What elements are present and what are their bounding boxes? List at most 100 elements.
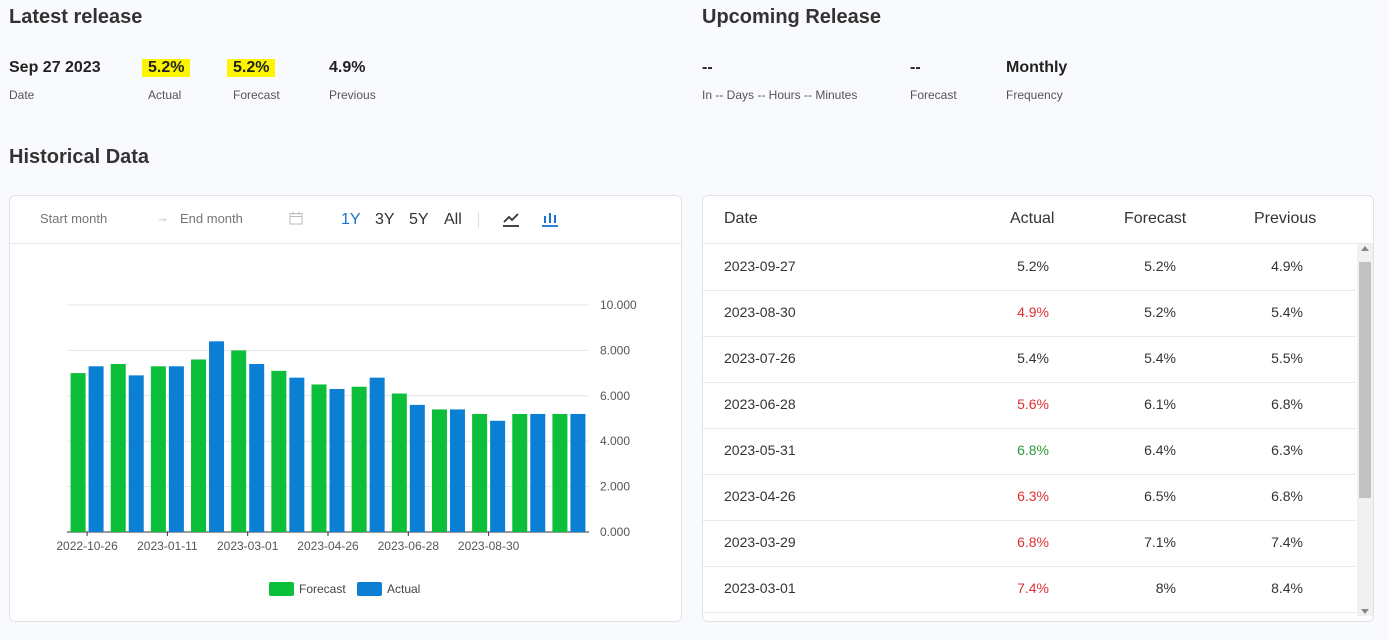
actual-bar [570, 413, 586, 532]
cell-actual: 5.4% [1017, 350, 1049, 366]
actual-bar [168, 366, 184, 532]
forecast-bar [552, 413, 568, 532]
line-chart-icon[interactable] [502, 210, 520, 233]
cell-forecast: 6.5% [1144, 488, 1176, 504]
cell-date: 2023-03-01 [724, 580, 796, 596]
cell-previous: 7.4% [1271, 534, 1303, 550]
cell-actual: 6.8% [1017, 534, 1049, 550]
history-table: Date Actual Forecast Previous 2023-09-27… [702, 195, 1374, 622]
forecast-bar [110, 364, 126, 532]
forecast-bar [512, 413, 528, 532]
x-tick-label: 2022-10-26 [56, 539, 118, 553]
x-tick-label: 2023-06-28 [378, 539, 440, 553]
scroll-up-icon[interactable] [1361, 246, 1369, 251]
actual-bar [369, 377, 385, 532]
range-5y-button[interactable]: 5Y [409, 211, 429, 229]
latest-date-value: Sep 27 2023 [9, 59, 101, 76]
cell-forecast: 5.2% [1144, 258, 1176, 274]
table-header: Date Actual Forecast Previous [703, 196, 1373, 244]
cell-forecast: 6.1% [1144, 396, 1176, 412]
latest-date-label: Date [9, 88, 35, 102]
actual-bar [128, 375, 144, 532]
table-row[interactable]: 2023-05-31 6.8% 6.4% 6.3% [703, 428, 1356, 475]
table-row[interactable]: 2023-04-26 6.3% 6.5% 6.8% [703, 474, 1356, 521]
header-date[interactable]: Date [724, 210, 758, 228]
y-tick-label: 8.000 [600, 343, 630, 357]
scroll-thumb[interactable] [1359, 262, 1371, 498]
latest-release-title: Latest release [9, 6, 143, 28]
cell-previous: 5.5% [1271, 350, 1303, 366]
table-row[interactable]: 2023-07-26 5.4% 5.4% 5.5% [703, 336, 1356, 383]
header-previous[interactable]: Previous [1254, 210, 1316, 228]
scroll-down-icon[interactable] [1361, 609, 1369, 614]
cell-previous: 6.8% [1271, 396, 1303, 412]
cell-actual: 5.2% [1017, 258, 1049, 274]
forecast-bar [70, 373, 86, 532]
forecast-bar [311, 384, 327, 532]
toolbar-divider [478, 212, 479, 228]
x-tick-label: 2023-08-30 [458, 539, 520, 553]
cell-actual: 7.4% [1017, 580, 1049, 596]
cell-forecast: 5.2% [1144, 304, 1176, 320]
table-row[interactable]: 2023-06-28 5.6% 6.1% 6.8% [703, 382, 1356, 429]
cell-previous: 8.4% [1271, 580, 1303, 596]
end-month-input[interactable] [178, 210, 282, 227]
forecast-bar [191, 359, 207, 532]
upcoming-frequency-label: Frequency [1006, 88, 1063, 102]
cell-previous: 5.4% [1271, 304, 1303, 320]
bar-chart: 0.000 2.000 4.000 6.000 8.000 10.000 2022-10-2… [56, 298, 637, 596]
arrow-right-icon: → [156, 210, 169, 225]
x-tick-label: 2023-03-01 [217, 539, 279, 553]
actual-bar [289, 377, 305, 532]
cell-date: 2023-05-31 [724, 442, 796, 458]
cell-previous: 6.8% [1271, 488, 1303, 504]
range-3y-button[interactable]: 3Y [375, 211, 395, 229]
calendar-icon[interactable] [289, 211, 303, 230]
actual-bar [409, 404, 425, 532]
cell-actual: 4.9% [1017, 304, 1049, 320]
forecast-bar [391, 393, 407, 532]
y-tick-label: 0.000 [600, 525, 630, 539]
cell-previous: 6.3% [1271, 442, 1303, 458]
chart-card: → 1Y 3Y 5Y All 0.000 2.000 4.000 6.000 8.000… [9, 195, 682, 622]
actual-bar [88, 366, 104, 532]
cell-date: 2023-04-26 [724, 488, 796, 504]
x-tick-label: 2023-04-26 [297, 539, 359, 553]
cell-forecast: 7.1% [1144, 534, 1176, 550]
cell-actual: 5.6% [1017, 396, 1049, 412]
actual-bar [249, 364, 265, 532]
table-row[interactable]: 2023-03-29 6.8% 7.1% 7.4% [703, 520, 1356, 567]
header-forecast[interactable]: Forecast [1124, 210, 1186, 228]
cell-actual: 6.8% [1017, 442, 1049, 458]
forecast-bar [231, 350, 247, 532]
forecast-bar [351, 386, 367, 532]
y-tick-label: 4.000 [600, 434, 630, 448]
upcoming-time-value: -- [702, 59, 713, 76]
actual-bar [490, 420, 506, 532]
latest-actual-label: Actual [148, 88, 182, 102]
forecast-bar [472, 413, 488, 532]
table-row[interactable]: 2023-08-30 4.9% 5.2% 5.4% [703, 290, 1356, 337]
y-tick-label: 6.000 [600, 389, 630, 403]
latest-forecast-label: Forecast [233, 88, 280, 102]
cell-date: 2023-03-29 [724, 534, 796, 550]
forecast-bar [431, 409, 447, 532]
upcoming-forecast-label: Forecast [910, 88, 957, 102]
x-tick-label: 2023-01-11 [137, 539, 198, 553]
range-all-button[interactable]: All [444, 211, 462, 229]
cell-date: 2023-08-30 [724, 304, 796, 320]
cell-date: 2023-07-26 [724, 350, 796, 366]
actual-bar [449, 409, 465, 532]
latest-actual-value: 5.2% [142, 59, 191, 77]
actual-bar [530, 413, 546, 532]
table-scrollbar[interactable] [1357, 244, 1373, 616]
legend-swatch [269, 582, 294, 596]
cell-previous: 4.9% [1271, 258, 1303, 274]
table-row[interactable]: 2023-09-27 5.2% 5.2% 4.9% [703, 244, 1356, 291]
header-actual[interactable]: Actual [1010, 210, 1054, 228]
bar-chart-icon[interactable] [541, 210, 559, 233]
table-row[interactable]: 2023-03-01 7.4% 8% 8.4% [703, 566, 1356, 613]
range-1y-button[interactable]: 1Y [341, 211, 361, 229]
start-month-input[interactable] [38, 210, 142, 227]
legend-label: Actual [387, 582, 420, 596]
